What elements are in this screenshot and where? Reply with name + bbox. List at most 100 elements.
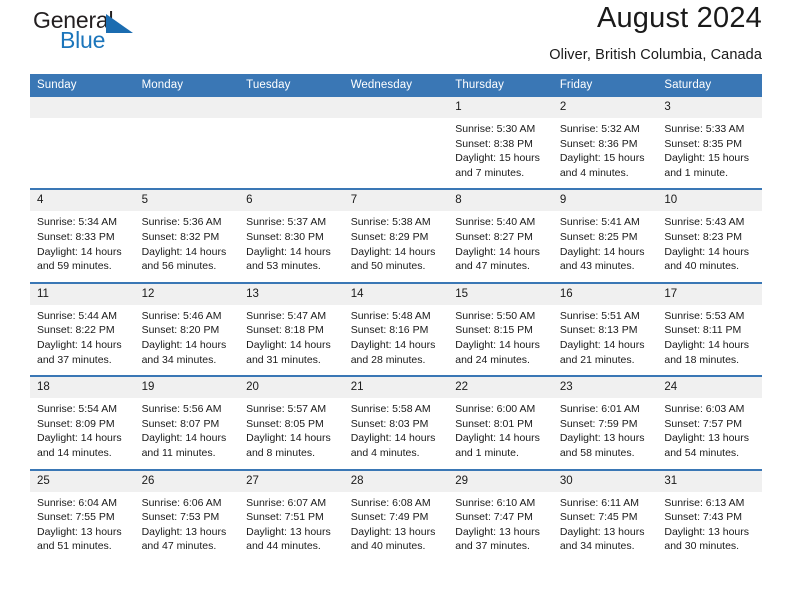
day-number: 16 <box>552 283 658 305</box>
sun-info: Sunrise: 5:30 AM Sunset: 8:38 PM Daylight:… <box>448 118 553 188</box>
calendar-day-cell[interactable]: 11 Sunrise: 5:44 AM Sunset: 8:22 PM Dayligh… <box>30 281 135 377</box>
calendar-day-cell[interactable]: 21 Sunrise: 5:58 AM Sunset: 8:03 PM Dayligh… <box>343 375 449 470</box>
calendar-day-cell[interactable]: 19 Sunrise: 5:56 AM Sunset: 8:07 PM Dayligh… <box>134 375 240 470</box>
daylight-duration-line2: and 28 minutes. <box>350 353 426 366</box>
day-number: 30 <box>552 470 658 492</box>
calendar-day-cell[interactable]: 16 Sunrise: 5:51 AM Sunset: 8:13 PM Dayligh… <box>552 281 658 377</box>
calendar-day-cell[interactable]: 20 Sunrise: 5:57 AM Sunset: 8:05 PM Dayligh… <box>239 375 344 470</box>
calendar-day-cell[interactable]: 17 Sunrise: 5:53 AM Sunset: 8:11 PM Dayligh… <box>657 281 762 377</box>
day-number: 26 <box>134 470 240 492</box>
daylight-duration-line2: and 47 minutes. <box>141 540 217 553</box>
title-block: August 2024 Oliver, British Columbia, Ca… <box>549 0 762 65</box>
calendar-day-cell[interactable]: 30 Sunrise: 6:11 AM Sunset: 7:45 PM Dayligh… <box>552 468 658 562</box>
calendar-day-cell[interactable]: 9 Sunrise: 5:41 AM Sunset: 8:25 PM Daylight… <box>552 188 658 283</box>
logo-text-blue: Blue <box>60 27 106 53</box>
calendar-day-cell[interactable]: 4 Sunrise: 5:34 AM Sunset: 8:33 PM Daylight… <box>30 188 135 283</box>
calendar-day-cell[interactable]: 7 Sunrise: 5:38 AM Sunset: 8:29 PM Daylight… <box>343 188 449 283</box>
calendar-day-cell[interactable]: 15 Sunrise: 5:50 AM Sunset: 8:15 PM Dayligh… <box>448 281 553 377</box>
calendar-day-cell[interactable]: 8 Sunrise: 5:40 AM Sunset: 8:27 PM Daylight… <box>448 188 553 283</box>
sunrise-time: Sunrise: 5:41 AM <box>559 216 640 229</box>
daylight-duration-line2: and 58 minutes. <box>559 446 635 459</box>
sun-info: Sunrise: 5:38 AM Sunset: 8:29 PM Daylight:… <box>344 211 449 281</box>
calendar-day-cell[interactable]: 27 Sunrise: 6:07 AM Sunset: 7:51 PM Dayligh… <box>239 468 344 562</box>
sunrise-time: Sunrise: 6:08 AM <box>350 496 431 509</box>
day-number: 2 <box>552 97 658 118</box>
daylight-duration-line1: Daylight: 13 hours <box>350 525 436 538</box>
daylight-duration-line2: and 40 minutes. <box>664 260 740 273</box>
sunset-time: Sunset: 8:23 PM <box>664 230 743 243</box>
daylight-duration-line1: Daylight: 13 hours <box>37 525 122 538</box>
day-number: 28 <box>343 470 449 492</box>
calendar-day-cell[interactable]: 6 Sunrise: 5:37 AM Sunset: 8:30 PM Daylight… <box>239 188 344 283</box>
daylight-duration-line1: Daylight: 14 hours <box>141 432 227 445</box>
sunrise-time: Sunrise: 5:48 AM <box>350 309 431 322</box>
sun-info: Sunrise: 5:41 AM Sunset: 8:25 PM Daylight:… <box>553 211 658 281</box>
calendar-day-cell[interactable]: 5 Sunrise: 5:36 AM Sunset: 8:32 PM Daylight… <box>134 188 240 283</box>
calendar-day-cell[interactable]: 10 Sunrise: 5:43 AM Sunset: 8:23 PM Dayligh… <box>657 188 762 283</box>
general-blue-logo[interactable]: General Blue <box>30 7 160 65</box>
weekday-header-thursday: Thursday <box>448 74 553 97</box>
daylight-duration-line2: and 34 minutes. <box>559 540 635 553</box>
sun-info: Sunrise: 5:32 AM Sunset: 8:36 PM Daylight:… <box>553 118 658 188</box>
calendar-day-cell[interactable]: 18 Sunrise: 5:54 AM Sunset: 8:09 PM Dayligh… <box>30 375 135 470</box>
calendar-day-cell[interactable]: 23 Sunrise: 6:01 AM Sunset: 7:59 PM Dayligh… <box>552 375 658 470</box>
sun-info: Sunrise: 6:01 AM Sunset: 7:59 PM Daylight:… <box>553 398 658 468</box>
sun-info: Sunrise: 6:00 AM Sunset: 8:01 PM Daylight:… <box>448 398 553 468</box>
daylight-duration-line2: and 54 minutes. <box>664 446 740 459</box>
calendar-day-cell[interactable]: 31 Sunrise: 6:13 AM Sunset: 7:43 PM Dayligh… <box>657 468 762 562</box>
calendar-day-cell[interactable]: 3 Sunrise: 5:33 AM Sunset: 8:35 PM Daylight… <box>657 97 762 190</box>
day-number: 20 <box>239 377 344 399</box>
daylight-duration-line2: and 37 minutes. <box>37 353 112 366</box>
calendar-day-cell[interactable]: 28 Sunrise: 6:08 AM Sunset: 7:49 PM Dayligh… <box>343 468 449 562</box>
sunrise-time: Sunrise: 6:07 AM <box>246 496 327 509</box>
day-number: 18 <box>30 377 135 399</box>
calendar-week-row: 11 Sunrise: 5:44 AM Sunset: 8:22 PM Dayligh… <box>30 281 762 377</box>
sunrise-time: Sunrise: 6:13 AM <box>664 496 745 509</box>
sun-info: Sunrise: 5:46 AM Sunset: 8:20 PM Daylight:… <box>135 305 240 375</box>
day-number: 17 <box>657 283 762 305</box>
sun-info: Sunrise: 6:07 AM Sunset: 7:51 PM Daylight:… <box>239 492 344 562</box>
daylight-duration-line1: Daylight: 13 hours <box>246 525 331 538</box>
sunset-time: Sunset: 7:49 PM <box>350 511 429 524</box>
weekday-header-friday: Friday <box>552 74 658 97</box>
sun-info: Sunrise: 5:47 AM Sunset: 8:18 PM Daylight:… <box>239 305 344 375</box>
calendar-day-cell[interactable]: 29 Sunrise: 6:10 AM Sunset: 7:47 PM Dayligh… <box>448 468 553 562</box>
calendar-day-cell[interactable]: 22 Sunrise: 6:00 AM Sunset: 8:01 PM Dayligh… <box>448 375 553 470</box>
sun-info: Sunrise: 6:03 AM Sunset: 7:57 PM Daylight:… <box>657 398 762 468</box>
sunrise-time: Sunrise: 5:50 AM <box>455 309 536 322</box>
sunset-time: Sunset: 8:05 PM <box>246 417 324 430</box>
daylight-duration-line2: and 51 minutes. <box>37 540 112 553</box>
daylight-duration-line1: Daylight: 14 hours <box>455 338 540 351</box>
calendar-day-cell[interactable]: 13 Sunrise: 5:47 AM Sunset: 8:18 PM Dayligh… <box>239 281 344 377</box>
calendar-day-cell[interactable]: 25 Sunrise: 6:04 AM Sunset: 7:55 PM Dayligh… <box>30 468 135 562</box>
day-number: 19 <box>134 377 240 399</box>
calendar-day-cell[interactable]: 26 Sunrise: 6:06 AM Sunset: 7:53 PM Dayligh… <box>134 468 240 562</box>
sun-info: Sunrise: 5:56 AM Sunset: 8:07 PM Daylight:… <box>135 398 240 468</box>
daylight-duration-line2: and 59 minutes. <box>37 260 112 273</box>
calendar-day-cell[interactable]: 2 Sunrise: 5:32 AM Sunset: 8:36 PM Daylight… <box>552 97 658 190</box>
day-number: 9 <box>552 190 658 212</box>
sunset-time: Sunset: 8:30 PM <box>246 230 324 243</box>
daylight-duration-line1: Daylight: 13 hours <box>559 432 645 445</box>
sunrise-time: Sunrise: 6:00 AM <box>455 403 536 416</box>
calendar-day-cell[interactable]: 24 Sunrise: 6:03 AM Sunset: 7:57 PM Dayligh… <box>657 375 762 470</box>
daylight-duration-line1: Daylight: 13 hours <box>664 525 750 538</box>
daylight-duration-line1: Daylight: 15 hours <box>455 152 540 165</box>
calendar-day-cell[interactable]: 12 Sunrise: 5:46 AM Sunset: 8:20 PM Dayligh… <box>134 281 240 377</box>
calendar-page: General Blue August 2024 Oliver, British… <box>0 0 792 612</box>
sunset-time: Sunset: 8:15 PM <box>455 324 533 337</box>
sunset-time: Sunset: 8:11 PM <box>664 324 742 337</box>
sunrise-time: Sunrise: 5:32 AM <box>559 123 640 135</box>
calendar-day-cell[interactable]: 1 Sunrise: 5:30 AM Sunset: 8:38 PM Daylight… <box>448 97 553 190</box>
sunset-time: Sunset: 8:22 PM <box>37 324 115 337</box>
day-number: 12 <box>134 283 240 305</box>
day-number <box>343 97 449 118</box>
day-number: 7 <box>343 190 449 212</box>
sunset-time: Sunset: 7:55 PM <box>37 511 115 524</box>
calendar-day-cell[interactable]: 14 Sunrise: 5:48 AM Sunset: 8:16 PM Dayligh… <box>343 281 449 377</box>
day-number <box>30 97 135 118</box>
sunrise-time: Sunrise: 5:56 AM <box>141 403 222 416</box>
day-number: 10 <box>657 190 762 212</box>
sun-info: Sunrise: 5:37 AM Sunset: 8:30 PM Daylight:… <box>239 211 344 281</box>
sun-info: Sunrise: 6:13 AM Sunset: 7:43 PM Daylight:… <box>657 492 762 562</box>
